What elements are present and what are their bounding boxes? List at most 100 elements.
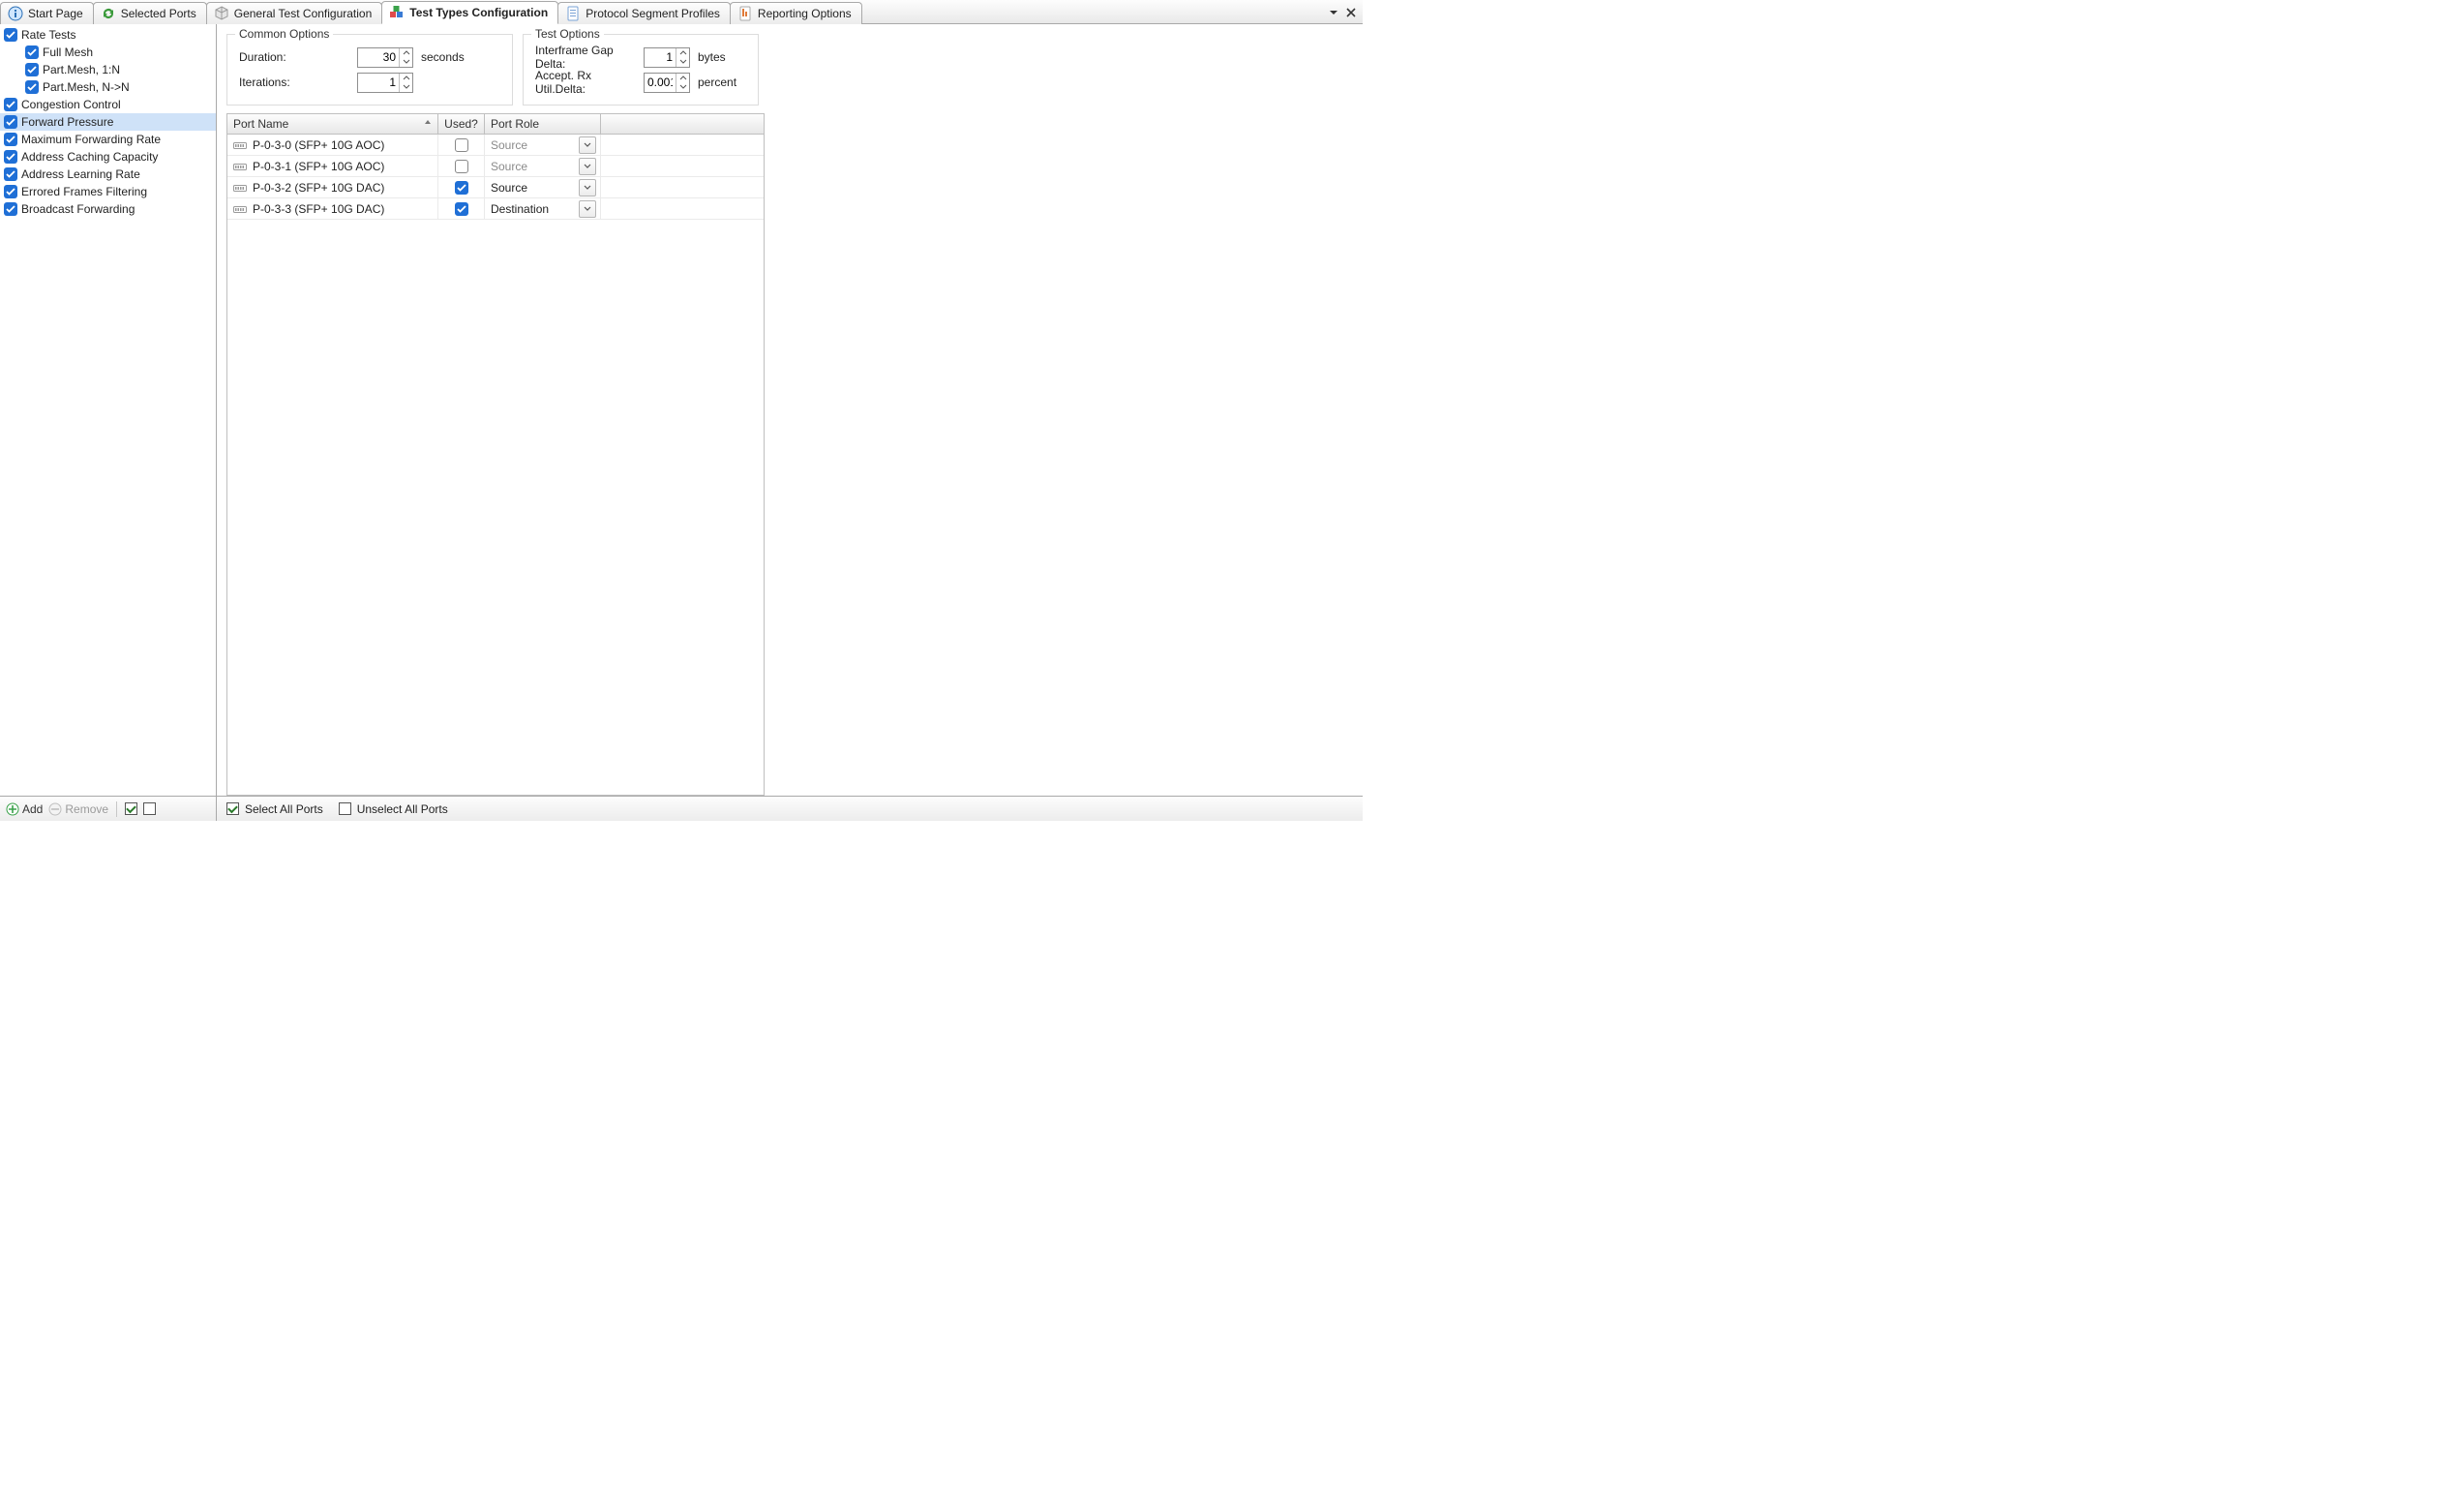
tree-item-partmesh-1n[interactable]: Part.Mesh, 1:N xyxy=(0,61,216,78)
port-name-text: P-0-3-0 (SFP+ 10G AOC) xyxy=(253,138,384,152)
tree-label: Rate Tests xyxy=(20,28,76,42)
port-icon xyxy=(233,140,253,150)
checkbox-icon[interactable] xyxy=(4,150,17,164)
tree-item-addr-learning[interactable]: Address Learning Rate xyxy=(0,166,216,183)
iterations-stepper[interactable] xyxy=(357,73,413,93)
chevron-down-icon xyxy=(584,206,591,212)
cube-icon xyxy=(214,6,229,21)
remove-button[interactable]: Remove xyxy=(48,802,108,816)
chevron-up-icon[interactable] xyxy=(400,48,412,58)
rx-input[interactable] xyxy=(645,74,676,92)
cell-used xyxy=(438,135,485,155)
unselect-all-label: Unselect All Ports xyxy=(357,802,448,816)
port-role-text: Destination xyxy=(491,202,579,216)
chevron-down-icon xyxy=(584,142,591,148)
tabbar-controls xyxy=(1326,0,1359,24)
checkbox-icon[interactable] xyxy=(25,45,39,59)
tab-selected-ports[interactable]: Selected Ports xyxy=(93,2,207,24)
tree-item-errored-frames[interactable]: Errored Frames Filtering xyxy=(0,183,216,200)
checkbox-icon[interactable] xyxy=(4,202,17,216)
col-header-port-name[interactable]: Port Name xyxy=(227,114,438,134)
iterations-input[interactable] xyxy=(358,74,399,92)
tree-item-addr-caching[interactable]: Address Caching Capacity xyxy=(0,148,216,166)
tab-test-types-config[interactable]: Test Types Configuration xyxy=(381,1,558,24)
spinner-arrows[interactable] xyxy=(676,74,689,92)
chevron-down-icon[interactable] xyxy=(400,57,412,67)
ifg-stepper[interactable] xyxy=(644,47,690,68)
col-header-port-role[interactable]: Port Role xyxy=(485,114,601,134)
spinner-arrows[interactable] xyxy=(399,74,412,92)
tabbar-close-button[interactable] xyxy=(1343,5,1359,20)
rx-stepper[interactable] xyxy=(644,73,690,93)
spinner-arrows[interactable] xyxy=(399,48,412,67)
chevron-up-icon[interactable] xyxy=(676,48,689,58)
separator xyxy=(116,801,117,817)
tab-reporting-options[interactable]: Reporting Options xyxy=(730,2,862,24)
checkbox-icon[interactable] xyxy=(4,185,17,198)
table-row[interactable]: P-0-3-2 (SFP+ 10G DAC)Source xyxy=(227,177,764,198)
ports-grid: Port Name Used? Port Role P-0-3-0 (SFP+ … xyxy=(226,113,765,796)
checkbox-icon[interactable] xyxy=(4,133,17,146)
checkbox-icon[interactable] xyxy=(25,63,39,76)
used-checkbox[interactable] xyxy=(455,160,468,173)
tree-item-max-fwd-rate[interactable]: Maximum Forwarding Rate xyxy=(0,131,216,148)
table-row[interactable]: P-0-3-1 (SFP+ 10G AOC)Source xyxy=(227,156,764,177)
checked-box-icon xyxy=(226,802,239,815)
chevron-down-icon[interactable] xyxy=(676,57,689,67)
tree-item-rate-tests[interactable]: Rate Tests xyxy=(0,26,216,44)
role-dropdown-button[interactable] xyxy=(579,136,596,154)
cell-port-role: Destination xyxy=(485,198,601,219)
chevron-down-icon[interactable] xyxy=(676,82,689,92)
checkbox-icon[interactable] xyxy=(4,98,17,111)
checkbox-icon[interactable] xyxy=(4,28,17,42)
tab-start-page[interactable]: Start Page xyxy=(0,2,94,24)
used-checkbox[interactable] xyxy=(455,138,468,152)
add-button[interactable]: Add xyxy=(6,802,43,816)
chevron-down-icon[interactable] xyxy=(400,82,412,92)
tree-item-forward-pressure[interactable]: Forward Pressure xyxy=(0,113,216,131)
tab-label: Test Types Configuration xyxy=(409,6,548,19)
checkbox-icon[interactable] xyxy=(4,115,17,129)
tree-item-full-mesh[interactable]: Full Mesh xyxy=(0,44,216,61)
refresh-ports-icon xyxy=(101,6,116,21)
tree-label: Broadcast Forwarding xyxy=(20,202,135,216)
tab-protocol-profiles[interactable]: Protocol Segment Profiles xyxy=(557,2,731,24)
body-split: Rate Tests Full Mesh Part.Mesh, 1:N Part… xyxy=(0,24,1363,821)
tree-item-broadcast-fwd[interactable]: Broadcast Forwarding xyxy=(0,200,216,218)
iterations-row: Iterations: xyxy=(239,70,500,95)
tree-item-partmesh-nn[interactable]: Part.Mesh, N->N xyxy=(0,78,216,96)
common-options-legend: Common Options xyxy=(235,27,333,41)
ifg-input[interactable] xyxy=(645,48,676,67)
tree-item-congestion-control[interactable]: Congestion Control xyxy=(0,96,216,113)
tab-general-config[interactable]: General Test Configuration xyxy=(206,2,383,24)
chevron-up-icon[interactable] xyxy=(676,74,689,83)
uncheck-all-button[interactable] xyxy=(143,802,156,815)
duration-stepper[interactable] xyxy=(357,47,413,68)
used-checkbox[interactable] xyxy=(455,181,468,195)
role-dropdown-button[interactable] xyxy=(579,200,596,218)
tab-label: Selected Ports xyxy=(121,7,196,20)
sidebar: Rate Tests Full Mesh Part.Mesh, 1:N Part… xyxy=(0,24,217,821)
tree-label: Maximum Forwarding Rate xyxy=(20,133,162,146)
select-all-ports-button[interactable]: Select All Ports xyxy=(226,802,323,816)
tabbar-menu-button[interactable] xyxy=(1326,5,1341,20)
chevron-up-icon[interactable] xyxy=(400,74,412,83)
check-all-button[interactable] xyxy=(125,802,137,815)
spinner-arrows[interactable] xyxy=(676,48,689,67)
checkbox-icon[interactable] xyxy=(4,167,17,181)
role-dropdown-button[interactable] xyxy=(579,158,596,175)
table-row[interactable]: P-0-3-3 (SFP+ 10G DAC)Destination xyxy=(227,198,764,220)
used-checkbox[interactable] xyxy=(455,202,468,216)
role-dropdown-button[interactable] xyxy=(579,179,596,196)
cell-used xyxy=(438,198,485,219)
duration-input[interactable] xyxy=(358,48,399,67)
port-role-text: Source xyxy=(491,181,579,195)
sidebar-footer: Add Remove xyxy=(0,796,216,821)
checkbox-icon[interactable] xyxy=(25,80,39,94)
table-row[interactable]: P-0-3-0 (SFP+ 10G AOC)Source xyxy=(227,135,764,156)
col-header-filler xyxy=(601,114,764,134)
col-header-label: Port Role xyxy=(491,117,539,131)
unselect-all-ports-button[interactable]: Unselect All Ports xyxy=(339,802,448,816)
col-header-used[interactable]: Used? xyxy=(438,114,485,134)
tree-label: Part.Mesh, N->N xyxy=(42,80,131,94)
